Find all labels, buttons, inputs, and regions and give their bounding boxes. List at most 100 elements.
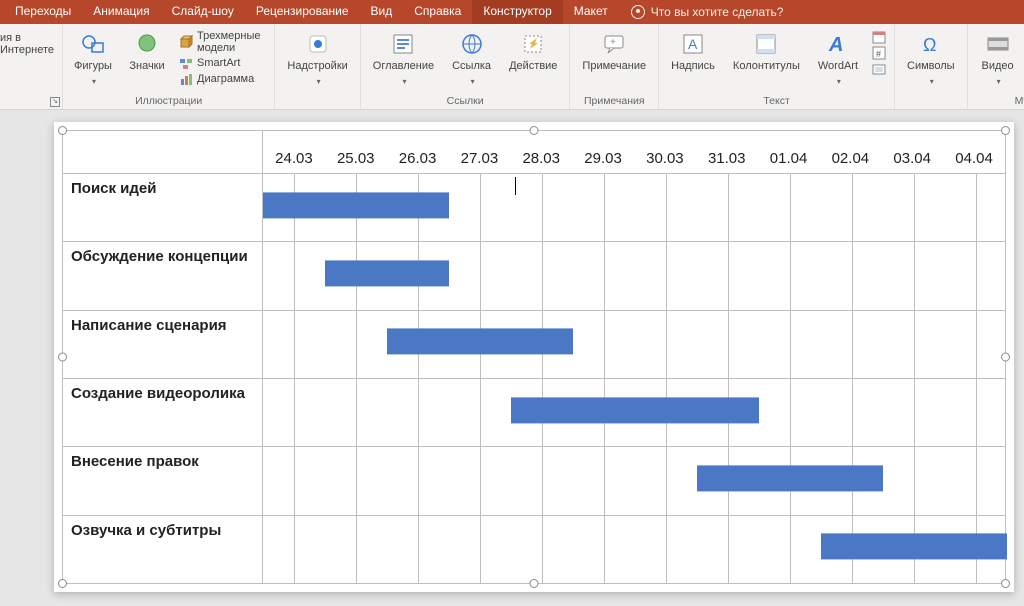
3d-models-label: Трехмерные модели [197,30,262,54]
svg-text:Ω: Ω [923,35,936,55]
group-addins: Надстройки [275,24,360,109]
text-cursor [515,177,516,195]
tab-animation[interactable]: Анимация [82,0,160,24]
comment-label: Примечание [582,60,646,73]
gantt-bar[interactable] [697,465,883,491]
gantt-chart: 24.0325.0326.0327.0328.0329.0330.0331.03… [63,131,1005,583]
tab-review[interactable]: Рецензирование [245,0,360,24]
gantt-date: 02.04 [819,150,881,173]
symbols-label: Символы [907,60,955,73]
gantt-task-label: Поиск идей [63,173,262,241]
gantt-date: 24.03 [263,150,325,173]
lightbulb-icon [631,5,645,19]
tab-help[interactable]: Справка [403,0,472,24]
datetime-icon [872,30,886,44]
toc-label: Оглавление [373,60,434,73]
gantt-date: 03.04 [881,150,943,173]
video-button[interactable]: Видео [976,28,1020,89]
gantt-task-label: Создание видеоролика [63,378,262,446]
svg-text:A: A [828,34,843,56]
gantt-chart-object[interactable]: 24.0325.0326.0327.0328.0329.0330.0331.03… [62,130,1006,584]
icons-button[interactable]: Значки [125,28,169,75]
gantt-row [263,173,1005,241]
wordart-button[interactable]: A WordArt [814,28,862,89]
gantt-date: 27.03 [448,150,510,173]
gantt-row [263,378,1005,446]
icons-icon [133,30,161,58]
textbox-button[interactable]: A Надпись [667,28,719,75]
gantt-bar[interactable] [511,397,759,423]
tell-me-label: Что вы хотите сделать? [651,5,784,19]
tab-design[interactable]: Конструктор [472,0,562,24]
smartart-button[interactable]: SmartArt [179,56,266,70]
gantt-task-label: Обсуждение концепции [63,241,262,309]
tab-layout[interactable]: Макет [563,0,619,24]
slide-canvas[interactable]: 24.0325.0326.0327.0328.0329.0330.0331.03… [0,110,1024,606]
tab-slideshow[interactable]: Слайд-шоу [161,0,245,24]
tab-transitions[interactable]: Переходы [4,0,82,24]
gantt-bar[interactable] [325,260,449,286]
gantt-bar[interactable] [387,329,573,355]
tab-view[interactable]: Вид [360,0,404,24]
addins-button[interactable]: Надстройки [283,28,351,89]
addins-label: Надстройки [287,60,347,73]
object-icon [872,62,886,76]
tell-me-search[interactable]: Что вы хотите сделать? [619,0,796,24]
gantt-task-label: Написание сценария [63,310,262,378]
gantt-bar[interactable] [821,534,1007,560]
ribbon-tabbar: Переходы Анимация Слайд-шоу Рецензирован… [0,0,1024,24]
comment-button[interactable]: + Примечание [578,28,650,75]
headerfooter-icon [752,30,780,58]
svg-text:+: + [610,37,616,48]
action-label: Действие [509,60,557,73]
group-truncated: ия в Интернете ↘ [0,24,63,109]
group-text: A Надпись Колонтитулы A WordArt [659,24,895,109]
shapes-button[interactable]: Фигуры [71,28,115,89]
gantt-task-label: Озвучка и субтитры [63,515,262,583]
group-links: Оглавление Ссылка Действие Ссылки [361,24,571,109]
gantt-date: 31.03 [696,150,758,173]
group-label-illustrations: Иллюстрации [71,93,266,107]
datetime-button[interactable] [872,30,886,44]
toc-icon [389,30,417,58]
hyperlink-label: Ссылка [452,60,491,73]
link-icon [458,30,486,58]
gantt-date: 25.03 [325,150,387,173]
gantt-row [263,515,1005,583]
smartart-icon [179,56,193,70]
wordart-label: WordArt [818,60,858,73]
symbols-button[interactable]: Ω Символы [903,28,959,89]
gantt-row [263,241,1005,309]
video-icon [984,30,1012,58]
action-button[interactable]: Действие [505,28,561,75]
gantt-date: 28.03 [510,150,572,173]
gantt-task-label: Внесение правок [63,446,262,514]
chart-button[interactable]: Диаграмма [179,72,266,86]
group-illustrations: Фигуры Значки Трехмерные модели [63,24,275,109]
wordart-icon: A [824,30,852,58]
slide[interactable]: 24.0325.0326.0327.0328.0329.0330.0331.03… [54,122,1014,592]
3d-models-button[interactable]: Трехмерные модели [179,30,266,54]
group-label-media: Мультимедиа [976,93,1024,107]
gantt-date: 01.04 [758,150,820,173]
gantt-date: 29.03 [572,150,634,173]
icons-label: Значки [129,60,164,73]
toc-button[interactable]: Оглавление [369,28,438,89]
dialog-launcher-icon[interactable]: ↘ [50,97,60,107]
number-icon: # [872,46,886,60]
gantt-row [263,446,1005,514]
gantt-bar[interactable] [263,192,449,218]
svg-text:A: A [688,36,698,52]
object-button[interactable] [872,62,886,76]
group-media: Видео Звук За эк Мультимедиа [968,24,1024,109]
headerfooter-label: Колонтитулы [733,60,800,73]
headerfooter-button[interactable]: Колонтитулы [729,28,804,75]
shapes-icon [79,30,107,58]
shapes-label: Фигуры [74,60,112,73]
slidenumber-button[interactable]: # [872,46,886,60]
group-label-text: Текст [667,93,886,107]
hyperlink-button[interactable]: Ссылка [448,28,495,89]
svg-text:#: # [876,49,881,59]
addins-icon [304,30,332,58]
video-label: Видео [982,60,1014,73]
